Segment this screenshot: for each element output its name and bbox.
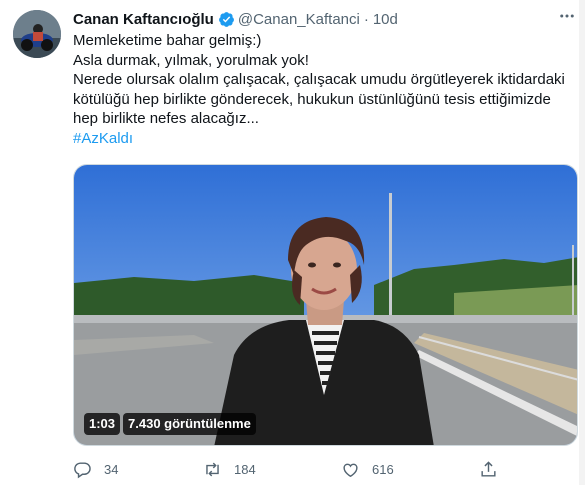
author-name[interactable]: Canan Kaftancıoğlu <box>73 11 214 28</box>
retweet-count: 184 <box>234 462 256 477</box>
video-views-badge: 7.430 görüntülenme <box>123 413 256 435</box>
separator-dot: · <box>363 10 369 28</box>
reply-icon <box>74 462 91 479</box>
scrollbar[interactable] <box>579 0 585 485</box>
tweet-line: Memleketime bahar gelmiş:) <box>73 32 262 49</box>
tweet-timestamp[interactable]: 10d <box>373 11 398 28</box>
action-bar: 34 184 616 <box>73 460 513 482</box>
hashtag-link[interactable]: #AzKaldı <box>73 129 573 149</box>
tweet-header: Canan Kaftancıoğlu @Canan_Kaftanci · 10d <box>73 9 398 29</box>
tweet-line: Asla durmak, yılmak, yorulmak yok! <box>73 51 309 69</box>
tweet-line: kötülüğü hep birlikte gönderecek, hukuku… <box>73 90 551 108</box>
tweet-text: Memleketime bahar gelmiş:) Asla durmak, … <box>73 31 573 148</box>
more-dots-icon[interactable] <box>555 4 579 28</box>
share-icon <box>481 461 496 477</box>
tweet-card[interactable]: Canan Kaftancıoğlu @Canan_Kaftanci · 10d… <box>0 0 585 485</box>
video-player[interactable]: 1:03 7.430 görüntülenme <box>73 164 578 446</box>
tweet-line: Nerede olursak olalım çalışacak, çalışac… <box>73 71 565 88</box>
retweet-icon <box>206 462 219 477</box>
heart-icon <box>343 463 358 478</box>
verified-badge-icon <box>218 11 235 28</box>
share-button[interactable] <box>479 460 510 479</box>
like-button[interactable]: 616 <box>341 460 394 479</box>
retweet-button[interactable]: 184 <box>203 460 256 479</box>
video-frame <box>74 165 577 445</box>
tweet-line: hep birlikte nefes alacağız... <box>73 110 259 127</box>
like-count: 616 <box>372 462 394 477</box>
avatar[interactable] <box>13 10 61 58</box>
video-duration-badge: 1:03 <box>84 413 121 435</box>
author-handle[interactable]: @Canan_Kaftanci <box>238 11 360 28</box>
reply-count: 34 <box>104 462 119 477</box>
reply-button[interactable]: 34 <box>73 460 118 479</box>
